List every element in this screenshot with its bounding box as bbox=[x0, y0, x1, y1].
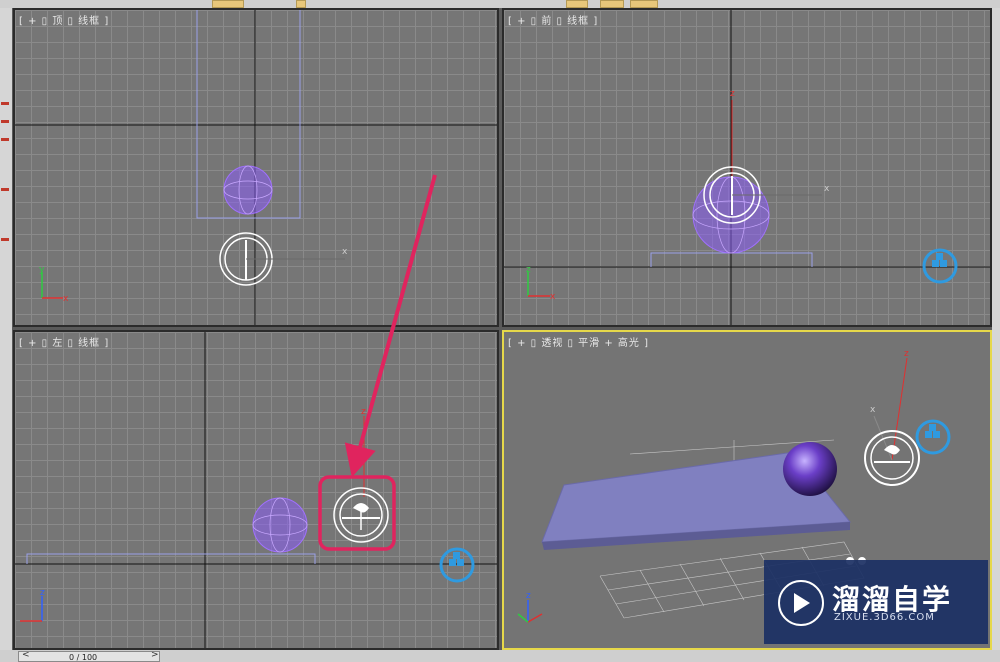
toolbar-tab[interactable] bbox=[630, 0, 658, 8]
viewport-label-perspective[interactable]: [ + ▯ 透视 ▯ 平滑 + 高光 ] bbox=[508, 334, 649, 349]
watermark: 溜溜自学 ZIXUE.3D66.COM bbox=[764, 560, 988, 644]
viewport-label-left[interactable]: [ + ▯ 左 ▯ 线框 ] bbox=[19, 334, 109, 349]
axis-z-label: z bbox=[730, 89, 735, 99]
viewcube-icon[interactable] bbox=[922, 248, 958, 284]
sun-compass-icon[interactable] bbox=[219, 232, 345, 286]
toolbar-tab[interactable] bbox=[212, 0, 244, 8]
axis-x-label: x bbox=[824, 184, 830, 194]
viewport-left[interactable]: z z [ + ▯ 左 ▯ 线框 ] bbox=[13, 330, 499, 650]
axis-z-label: z bbox=[361, 407, 366, 417]
viewport-label-front[interactable]: [ + ▯ 前 ▯ 线框 ] bbox=[508, 12, 598, 27]
axis-x-label: x bbox=[63, 294, 69, 304]
time-slider-next-button[interactable]: > bbox=[151, 650, 159, 660]
command-panel-edge bbox=[0, 8, 12, 650]
play-logo-icon bbox=[778, 580, 824, 626]
plane-outline bbox=[26, 553, 316, 564]
toolbar-tab[interactable] bbox=[296, 0, 306, 8]
panel-marker bbox=[1, 238, 9, 241]
axis-z-label: z bbox=[526, 265, 531, 275]
viewport-label-top[interactable]: [ + ▯ 顶 ▯ 线框 ] bbox=[19, 12, 109, 27]
axis-z-label: z bbox=[904, 349, 909, 359]
viewport-top[interactable]: x y x [ + ▯ 顶 ▯ 线框 ] bbox=[13, 8, 499, 327]
viewcube-icon[interactable] bbox=[439, 547, 475, 583]
time-slider-prev-button[interactable]: < bbox=[22, 650, 30, 660]
panel-marker bbox=[1, 120, 9, 123]
axis-y-label: y bbox=[39, 265, 45, 275]
sphere-object[interactable] bbox=[783, 442, 837, 496]
top-toolbar-strip bbox=[0, 0, 1000, 8]
sun-compass-icon[interactable] bbox=[333, 487, 389, 543]
panel-marker bbox=[1, 102, 9, 105]
right-panel-edge bbox=[992, 8, 1000, 650]
viewport-front-scene: z x z x bbox=[504, 10, 990, 325]
axis-z-label: z bbox=[526, 591, 531, 601]
time-slider[interactable]: < 0 / 100 > bbox=[18, 650, 160, 662]
viewcube-icon[interactable] bbox=[915, 419, 951, 455]
sphere-wireframe[interactable] bbox=[252, 497, 308, 553]
axis-x-label: x bbox=[550, 292, 556, 302]
viewport-top-scene: x y x bbox=[15, 10, 497, 325]
axis-x-label: x bbox=[342, 247, 348, 257]
sphere-wireframe[interactable] bbox=[223, 165, 273, 215]
viewport-front[interactable]: z x z x [ + ▯ 前 ▯ 线框 ] bbox=[502, 8, 992, 327]
panel-marker bbox=[1, 188, 9, 191]
toolbar-tab[interactable] bbox=[600, 0, 624, 8]
panel-marker bbox=[1, 138, 9, 141]
time-slider-counter: 0 / 100 bbox=[69, 653, 98, 662]
axis-x-label: x bbox=[870, 405, 876, 415]
viewport-left-scene: z z bbox=[15, 332, 497, 648]
watermark-url: ZIXUE.3D66.COM bbox=[834, 612, 935, 623]
toolbar-tab[interactable] bbox=[566, 0, 588, 8]
axis-z-label: z bbox=[40, 588, 45, 598]
